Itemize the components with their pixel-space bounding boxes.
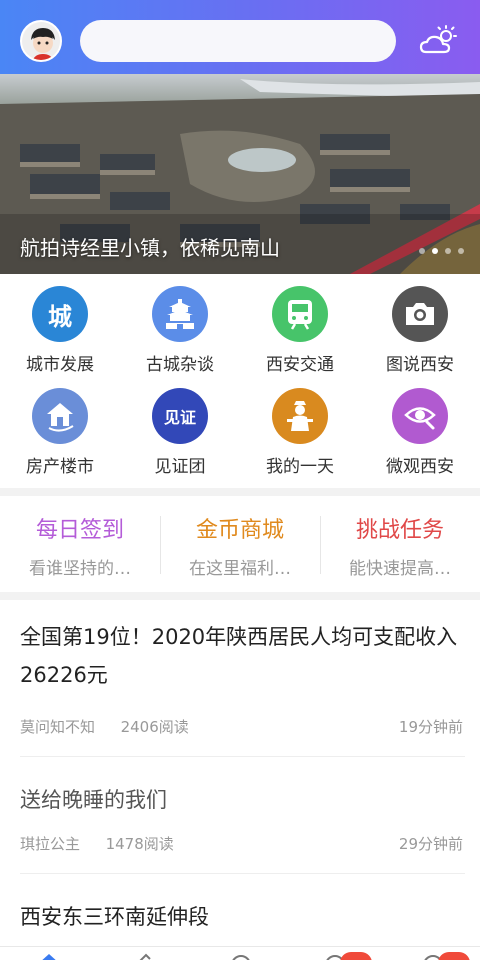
article-reads: 2406阅读 bbox=[120, 718, 189, 736]
pagoda-icon bbox=[152, 286, 208, 342]
grid-item-micro-xian[interactable]: 微观西安 bbox=[360, 376, 480, 478]
grid-item-xian-transport[interactable]: 西安交通 bbox=[240, 274, 360, 376]
article-author: 琪拉公主 bbox=[20, 835, 81, 853]
coin-mall-card[interactable]: 金币商城 在这里福利… bbox=[160, 496, 320, 592]
article-item[interactable]: 西安东三环南延伸段 bbox=[0, 874, 480, 946]
banner-caption: 航拍诗经里小镇，依稀见南山 bbox=[20, 236, 280, 260]
task-subtitle: 在这里福利… bbox=[189, 559, 291, 579]
grid-item-label: 西安交通 bbox=[266, 355, 334, 375]
city-icon: 城 bbox=[32, 286, 88, 342]
task-subtitle: 看谁坚持的… bbox=[29, 559, 131, 579]
section-divider bbox=[0, 488, 480, 496]
search-input[interactable] bbox=[80, 20, 396, 62]
article-meta: 琪拉公主 1478阅读 bbox=[20, 833, 174, 854]
grid-item-witness-group[interactable]: 见证 见证团 bbox=[120, 376, 240, 478]
carousel-dot bbox=[458, 248, 464, 254]
grid-item-my-day[interactable]: 我的一天 bbox=[240, 376, 360, 478]
article-title: 全国第19位！2020年陕西居民人均可支配收入26226元 bbox=[20, 625, 458, 687]
grid-item-real-estate[interactable]: 房产楼市 bbox=[0, 376, 120, 478]
banner-carousel[interactable]: 航拍诗经里小镇，依稀见南山 bbox=[0, 74, 480, 274]
article-reads: 1478阅读 bbox=[105, 835, 174, 853]
user-avatar-icon[interactable] bbox=[20, 20, 62, 62]
article-item[interactable]: 送给晚睡的我们 琪拉公主 1478阅读 29分钟前 bbox=[0, 757, 480, 873]
task-title: 每日签到 bbox=[35, 518, 124, 543]
figure-icon bbox=[272, 388, 328, 444]
article-time: 19分钟前 bbox=[398, 718, 463, 736]
challenge-task-card[interactable]: 挑战任务 能快速提高… bbox=[320, 496, 480, 592]
grid-item-label: 见证团 bbox=[154, 457, 206, 477]
publish-tab-icon[interactable] bbox=[228, 951, 254, 960]
grid-item-city-development[interactable]: 城 城市发展 bbox=[0, 274, 120, 376]
grid-item-label: 房产楼市 bbox=[26, 457, 94, 477]
profile-badge bbox=[438, 952, 470, 960]
article-time: 29分钟前 bbox=[398, 835, 463, 853]
grid-item-label: 城市发展 bbox=[26, 355, 94, 375]
carousel-dot-active bbox=[432, 248, 438, 254]
city-glyph: 城 bbox=[48, 302, 72, 331]
article-item[interactable]: 全国第19位！2020年陕西居民人均可支配收入26226元 莫问知不知 2406… bbox=[0, 600, 480, 756]
cloud-sun-icon[interactable] bbox=[418, 24, 458, 60]
article-title: 西安东三环南延伸段 bbox=[20, 905, 209, 929]
witness-glyph: 见证 bbox=[163, 408, 196, 427]
carousel-dot bbox=[445, 248, 451, 254]
top-bar bbox=[0, 0, 480, 74]
grid-item-old-city-talk[interactable]: 古城杂谈 bbox=[120, 274, 240, 376]
grid-item-label: 图说西安 bbox=[386, 355, 454, 375]
home-tab-icon[interactable] bbox=[36, 951, 62, 960]
article-title: 送给晚睡的我们 bbox=[20, 788, 167, 812]
camera-icon bbox=[392, 286, 448, 342]
task-title: 金币商城 bbox=[195, 518, 284, 543]
carousel-indicator bbox=[419, 248, 464, 254]
grid-item-label: 微观西安 bbox=[386, 457, 454, 477]
article-author: 莫问知不知 bbox=[20, 718, 96, 736]
daily-checkin-card[interactable]: 每日签到 看谁坚持的… bbox=[0, 496, 160, 592]
bottom-navigation bbox=[0, 946, 480, 960]
article-meta: 莫问知不知 2406阅读 bbox=[20, 716, 189, 737]
house-icon bbox=[32, 388, 88, 444]
grid-item-xian-in-pictures[interactable]: 图说西安 bbox=[360, 274, 480, 376]
category-grid: 城 城市发展 古城杂谈 西安交通 图说西安 房产楼市 见证 见证团 我的一天 微… bbox=[0, 274, 480, 488]
carousel-dot bbox=[419, 248, 425, 254]
message-badge bbox=[340, 952, 372, 960]
grid-item-label: 我的一天 bbox=[266, 457, 334, 477]
tasks-row: 每日签到 看谁坚持的… 金币商城 在这里福利… 挑战任务 能快速提高… bbox=[0, 496, 480, 592]
task-title: 挑战任务 bbox=[355, 518, 444, 543]
eye-icon bbox=[392, 388, 448, 444]
witness-icon: 见证 bbox=[152, 388, 208, 444]
train-icon bbox=[272, 286, 328, 342]
discover-tab-icon[interactable] bbox=[130, 951, 156, 960]
section-divider bbox=[0, 592, 480, 600]
task-subtitle: 能快速提高… bbox=[349, 559, 451, 579]
grid-item-label: 古城杂谈 bbox=[146, 355, 214, 375]
